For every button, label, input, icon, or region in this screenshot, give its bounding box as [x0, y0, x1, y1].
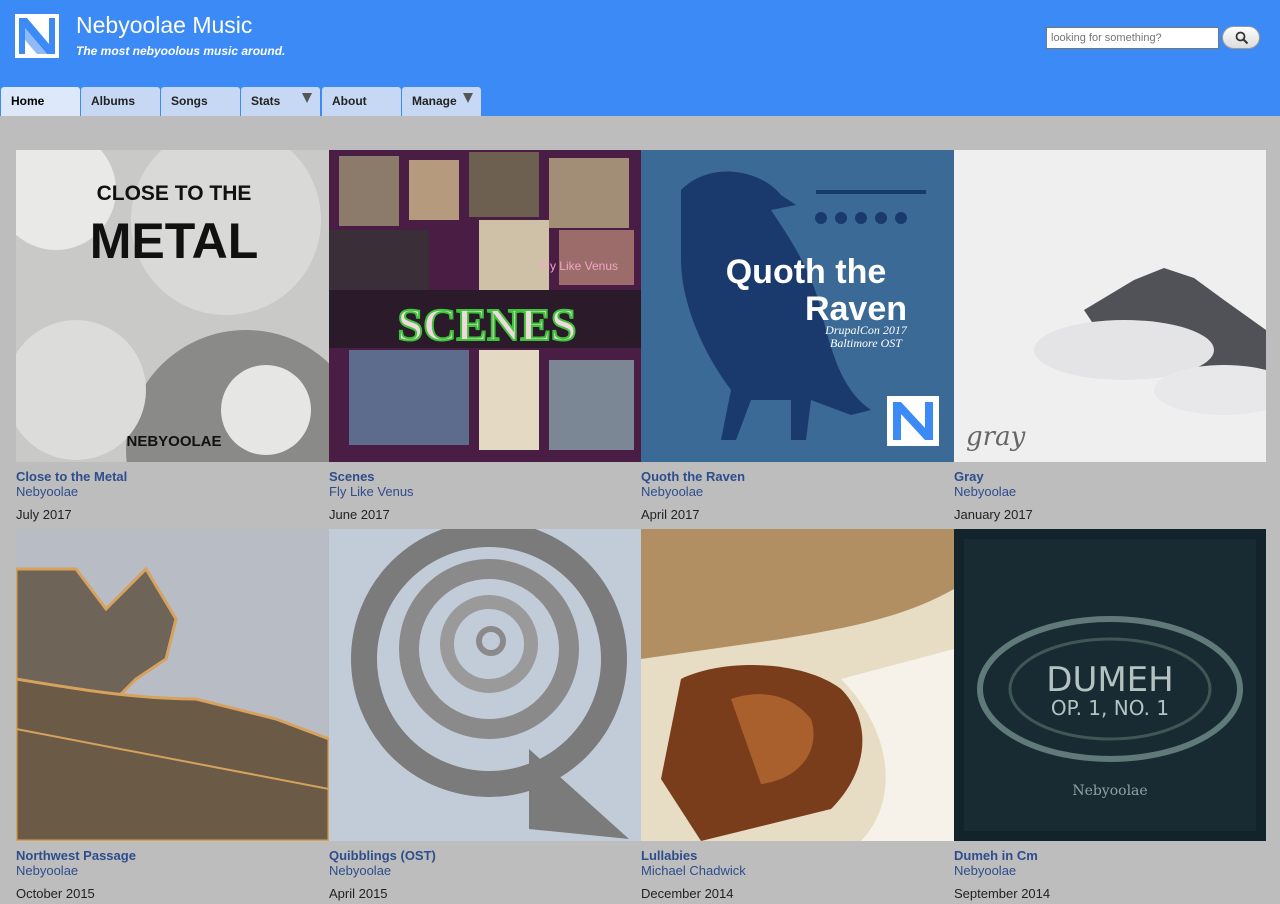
album-date: September 2014 — [954, 886, 1051, 901]
album-cover[interactable] — [641, 529, 954, 841]
dropdown-arrow-icon — [302, 93, 312, 103]
tab-label: Stats — [251, 94, 281, 108]
album-date: October 2015 — [16, 886, 95, 901]
album-artist[interactable]: Nebyoolae — [954, 484, 1016, 499]
album-title[interactable]: Scenes — [329, 469, 375, 484]
tab-stats[interactable]: Stats — [241, 87, 320, 116]
cover-text: Nebyoolae — [1072, 783, 1147, 799]
site-slogan: The most nebyoolous music around. — [76, 44, 286, 58]
album-artist[interactable]: Nebyoolae — [16, 863, 78, 878]
cover-text: OP. 1, NO. 1 — [1051, 696, 1169, 720]
album-title[interactable]: Dumeh in Cm — [954, 848, 1038, 863]
tab-label: Manage — [412, 94, 457, 108]
site-name[interactable]: Nebyoolae Music — [76, 12, 252, 39]
search-button[interactable] — [1222, 26, 1260, 49]
album-cover-image — [329, 529, 642, 841]
album-cover-image — [16, 529, 329, 841]
tab-about[interactable]: About — [322, 87, 401, 116]
album-title[interactable]: Northwest Passage — [16, 848, 136, 863]
cover-text: Fly Like Venus — [540, 259, 618, 273]
album-artist[interactable]: Nebyoolae — [16, 484, 78, 499]
cover-text: Quoth the — [726, 253, 887, 291]
cover-text: CLOSE TO THE — [97, 182, 252, 205]
album-cover[interactable]: CLOSE TO THE METAL NEBYOOLAE — [16, 150, 329, 462]
album-title[interactable]: Lullabies — [641, 848, 697, 863]
album-cover[interactable] — [329, 529, 642, 841]
site-logo[interactable] — [15, 14, 59, 58]
tab-home[interactable]: Home — [1, 87, 80, 116]
album-title[interactable]: Quoth the Raven — [641, 469, 745, 484]
album-cover[interactable]: Quoth the Raven DrupalCon 2017 Baltimore… — [641, 150, 954, 462]
album-title[interactable]: Close to the Metal — [16, 469, 127, 484]
album-date: December 2014 — [641, 886, 734, 901]
tab-label: Home — [11, 94, 45, 108]
tab-label: Songs — [171, 94, 208, 108]
cover-text: DrupalCon 2017 — [824, 323, 908, 337]
album-title[interactable]: Gray — [954, 469, 984, 484]
album-artist[interactable]: Nebyoolae — [641, 484, 703, 499]
album-date: April 2015 — [329, 886, 388, 901]
cover-text: gray — [966, 422, 1026, 452]
album-cover[interactable]: gray — [954, 150, 1267, 462]
album-date: July 2017 — [16, 507, 72, 522]
album-cover-image: DUMEH OP. 1, NO. 1 Nebyoolae — [954, 529, 1266, 841]
album-date: January 2017 — [954, 507, 1033, 522]
album-cover-image: CLOSE TO THE METAL NEBYOOLAE — [16, 150, 329, 462]
album-cover[interactable]: SCENES Fly Like Venus — [329, 150, 642, 462]
album-artist[interactable]: Fly Like Venus — [329, 484, 414, 499]
album-title[interactable]: Quibblings (OST) — [329, 848, 436, 863]
album-artist[interactable]: Nebyoolae — [954, 863, 1016, 878]
dropdown-arrow-icon — [463, 93, 473, 103]
cover-text: DUMEH — [1046, 660, 1173, 700]
album-date: April 2017 — [641, 507, 700, 522]
tab-manage[interactable]: Manage — [402, 87, 481, 116]
cover-text: METAL — [90, 213, 258, 269]
album-cover[interactable]: DUMEH OP. 1, NO. 1 Nebyoolae — [954, 529, 1267, 841]
album-artist[interactable]: Michael Chadwick — [641, 863, 746, 878]
album-artist[interactable]: Nebyoolae — [329, 863, 391, 878]
tab-albums[interactable]: Albums — [81, 87, 160, 116]
search-input[interactable] — [1046, 27, 1219, 49]
album-cover-image: Quoth the Raven DrupalCon 2017 Baltimore… — [641, 150, 954, 462]
album-cover[interactable] — [16, 529, 329, 841]
album-cover-image: gray — [954, 150, 1266, 462]
cover-text: SCENES — [398, 299, 577, 350]
album-cover-image: SCENES Fly Like Venus — [329, 150, 642, 462]
search-icon — [1235, 31, 1249, 45]
logo-n-icon — [15, 14, 59, 58]
album-cover-image — [641, 529, 954, 841]
tab-label: Albums — [91, 94, 136, 108]
cover-text: NEBYOOLAE — [126, 433, 221, 450]
album-date: June 2017 — [329, 507, 390, 522]
tab-songs[interactable]: Songs — [161, 87, 240, 116]
cover-text: Baltimore OST — [830, 336, 903, 350]
tab-label: About — [332, 94, 367, 108]
